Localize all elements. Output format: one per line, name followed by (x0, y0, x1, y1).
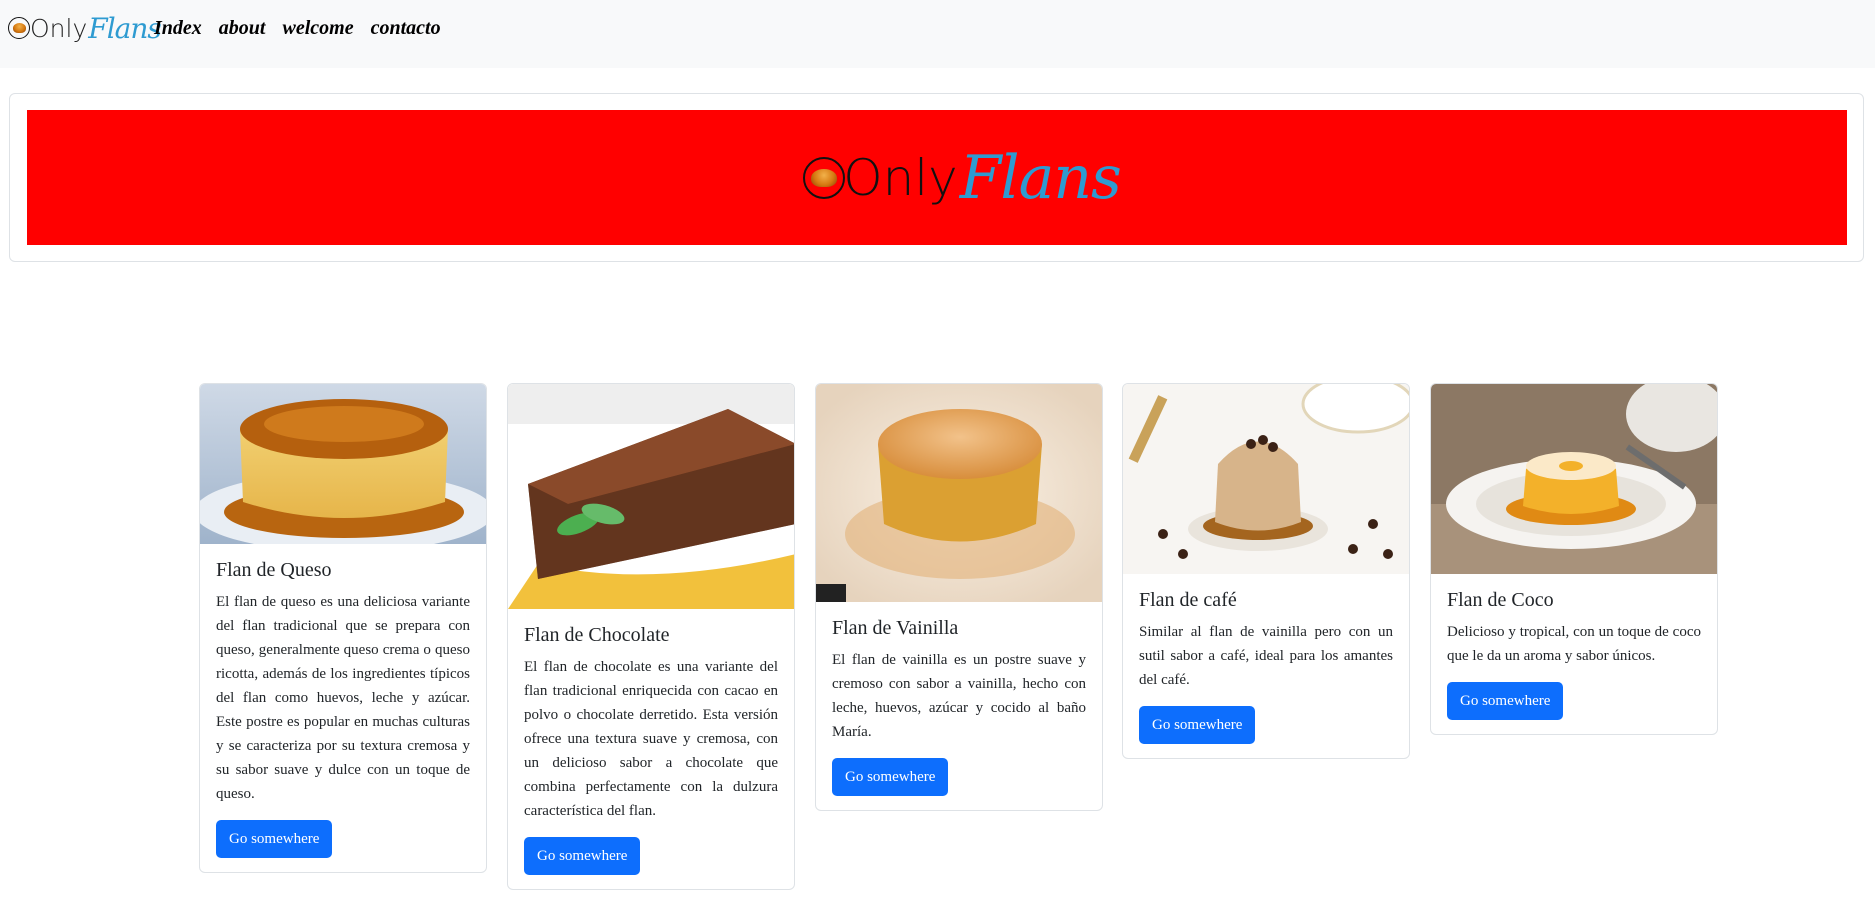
card-image-flan-vainilla (816, 384, 1102, 602)
banner-text-only: Only (843, 148, 958, 207)
nav-link-welcome[interactable]: welcome (282, 14, 353, 42)
nav-links: Index about welcome contacto (154, 14, 441, 42)
go-somewhere-button[interactable]: Go somewhere (216, 820, 333, 858)
card-flan-vainilla: Flan de Vainilla El flan de vainilla es … (815, 383, 1103, 811)
card-text: El flan de queso es una deliciosa varian… (216, 594, 470, 802)
logo-text-only: Only (30, 13, 88, 43)
go-somewhere-button[interactable]: Go somewhere (1447, 682, 1564, 720)
logo-text-flans: Flans (88, 11, 161, 45)
card-title: Flan de Vainilla (832, 617, 959, 639)
banner-text-flans: Flans (959, 142, 1122, 213)
nav-link-contacto[interactable]: contacto (371, 14, 441, 42)
banner-card: Only Flans (9, 93, 1864, 262)
card-image-flan-queso (200, 384, 486, 544)
nav-link-about[interactable]: about (219, 14, 266, 42)
flan-logo-icon (803, 156, 846, 199)
flan-logo-icon (8, 17, 30, 39)
card-title: Flan de Queso (216, 559, 332, 581)
card-title: Flan de Coco (1447, 589, 1554, 611)
card-title: Flan de Chocolate (524, 624, 670, 646)
card-image-flan-cafe (1123, 384, 1409, 574)
card-text: Similar al flan de vainilla pero con un … (1139, 624, 1393, 688)
brand-logo[interactable]: Only Flans (8, 10, 162, 46)
card-text: Delicioso y tropical, con un toque de co… (1447, 624, 1701, 664)
card-text: El flan de chocolate es una variante del… (524, 659, 778, 819)
go-somewhere-button[interactable]: Go somewhere (832, 758, 949, 796)
banner-logo: Only Flans (803, 142, 1122, 213)
navbar: Only Flans Index about welcome contacto (0, 0, 1875, 68)
banner: Only Flans (27, 110, 1847, 245)
card-image-flan-chocolate (508, 384, 794, 609)
go-somewhere-button[interactable]: Go somewhere (1139, 706, 1256, 744)
card-title: Flan de café (1139, 589, 1237, 611)
card-flan-coco: Flan de Coco Delicioso y tropical, con u… (1430, 383, 1718, 735)
card-flan-queso: Flan de Queso El flan de queso es una de… (199, 383, 487, 873)
card-text: El flan de vainilla es un postre suave y… (832, 652, 1086, 740)
go-somewhere-button[interactable]: Go somewhere (524, 837, 641, 875)
card-image-flan-coco (1431, 384, 1717, 574)
nav-link-index[interactable]: Index (154, 14, 202, 42)
card-flan-cafe: Flan de café Similar al flan de vainilla… (1122, 383, 1410, 759)
card-flan-chocolate: Flan de Chocolate El flan de chocolate e… (507, 383, 795, 890)
